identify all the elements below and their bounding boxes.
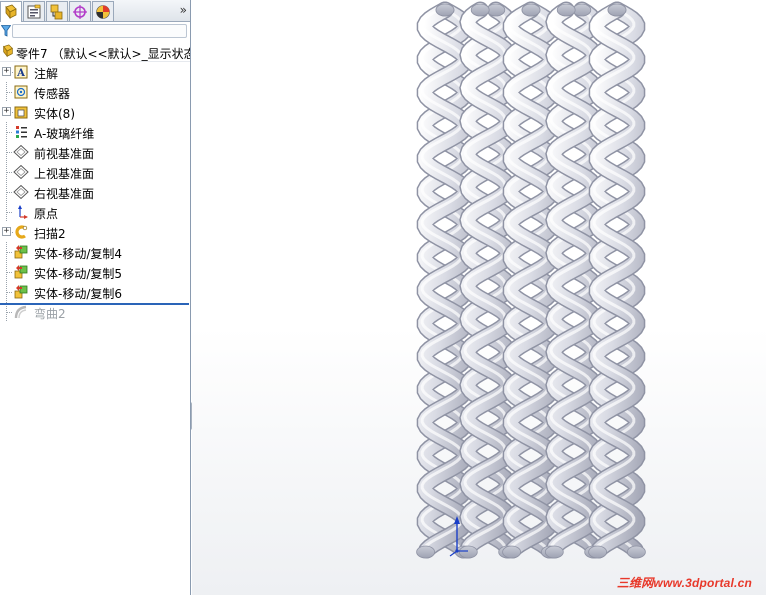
tree-item-label: 扫描2	[34, 227, 66, 241]
plane-icon	[13, 184, 29, 200]
move-copy-body-icon	[14, 285, 28, 299]
tree-item-label: 前视基准面	[34, 147, 95, 161]
tree-item[interactable]: + A 注解	[0, 62, 190, 82]
tree-root-label: 零件7 （默认<<默认>_显示状态	[16, 47, 191, 61]
sensors-icon	[14, 85, 28, 99]
filter-icon[interactable]	[1, 25, 11, 37]
tree-item[interactable]: 前视基准面	[0, 142, 190, 162]
braided-strands-model[interactable]	[192, 0, 766, 595]
expand-plus-icon[interactable]: +	[2, 227, 11, 236]
sweep-icon	[15, 225, 28, 239]
tree-item[interactable]: A-玻璃纤维	[0, 122, 190, 142]
feature-manager-pane: » 零件7 （默认<<默认>_显示状态 + A 注解传感器 + 实体(8) A-玻璃纤维前…	[0, 0, 191, 595]
tree-item-label: 原点	[34, 207, 59, 221]
tree-item-label: A-玻璃纤维	[34, 127, 95, 141]
strand-end-cap	[458, 545, 478, 559]
tree-item-label: 上视基准面	[34, 167, 95, 181]
plane-icon	[13, 144, 29, 160]
tree-item-label: 弯曲2	[34, 307, 66, 321]
watermark-text: 三维网www.3dportal.cn	[616, 576, 752, 590]
strand-end-cap	[416, 545, 436, 559]
manager-tab-bar: »	[0, 0, 190, 22]
expand-plus-icon[interactable]: +	[2, 67, 11, 76]
tab-dimxpertmanager[interactable]	[69, 1, 91, 21]
rollback-bar[interactable]	[0, 303, 189, 305]
move-copy-body-icon	[14, 245, 28, 259]
tree-item[interactable]: 传感器	[0, 82, 190, 102]
tree-item-label: 右视基准面	[34, 187, 95, 201]
tree-item[interactable]: 弯曲2	[0, 302, 190, 322]
strand-end-cap	[435, 3, 455, 17]
tree-item[interactable]: 原点	[0, 202, 190, 222]
tree-item-label: 实体-移动/复制4	[34, 247, 123, 261]
strand-end-cap	[626, 545, 646, 559]
strand-end-cap	[607, 3, 627, 17]
display-manager-icon	[96, 4, 110, 19]
filter-bar	[0, 23, 190, 39]
tab-configurationmanager[interactable]	[46, 1, 68, 21]
tree-item[interactable]: + 实体(8)	[0, 102, 190, 122]
tab-propertymanager[interactable]	[23, 1, 45, 21]
tab-displaymanager[interactable]	[92, 1, 114, 21]
graphics-area[interactable]: 三维网www.3dportal.cn	[192, 0, 766, 595]
more-tabs-chevron-icon[interactable]: »	[180, 3, 187, 17]
annotations-icon: A	[14, 65, 28, 79]
dimxpert-manager-icon	[73, 4, 87, 19]
tree-item-label: 传感器	[34, 87, 71, 101]
strand-end-cap	[588, 545, 608, 559]
strand-end-cap	[556, 3, 576, 17]
filter-input[interactable]	[12, 24, 187, 38]
solid-bodies-folder-icon	[14, 106, 28, 119]
origin-icon	[18, 205, 28, 219]
tree-item[interactable]: 右视基准面	[0, 182, 190, 202]
material-icon	[16, 126, 27, 138]
move-copy-body-icon	[14, 265, 28, 279]
strand-end-cap	[470, 3, 490, 17]
svg-text:A: A	[16, 68, 25, 79]
plane-icon	[13, 164, 29, 180]
tree-item-label: 注解	[34, 67, 59, 81]
tree-item-label: 实体-移动/复制6	[34, 287, 123, 301]
configuration-manager-icon	[50, 4, 63, 19]
part-icon	[3, 44, 13, 58]
strand-end-cap	[521, 3, 541, 17]
property-manager-icon	[27, 4, 41, 18]
tree-item[interactable]: 实体-移动/复制4	[0, 242, 190, 262]
flex-icon	[14, 305, 27, 319]
tree-item-label: 实体(8)	[34, 107, 75, 121]
strand-end-cap	[502, 545, 522, 559]
featuremanager-tree-icon	[5, 4, 17, 20]
tree-item-label: 实体-移动/复制5	[34, 267, 123, 281]
tree-item[interactable]: 实体-移动/复制5	[0, 262, 190, 282]
strand-end-cap	[544, 545, 564, 559]
expand-plus-icon[interactable]: +	[2, 107, 11, 116]
tree-item[interactable]: 实体-移动/复制6	[0, 282, 190, 302]
tree-item[interactable]: 上视基准面	[0, 162, 190, 182]
tree-root-part[interactable]: 零件7 （默认<<默认>_显示状态	[0, 42, 191, 62]
tree-item[interactable]: + 扫描2	[0, 222, 190, 242]
tab-featuremanager[interactable]	[0, 1, 22, 22]
